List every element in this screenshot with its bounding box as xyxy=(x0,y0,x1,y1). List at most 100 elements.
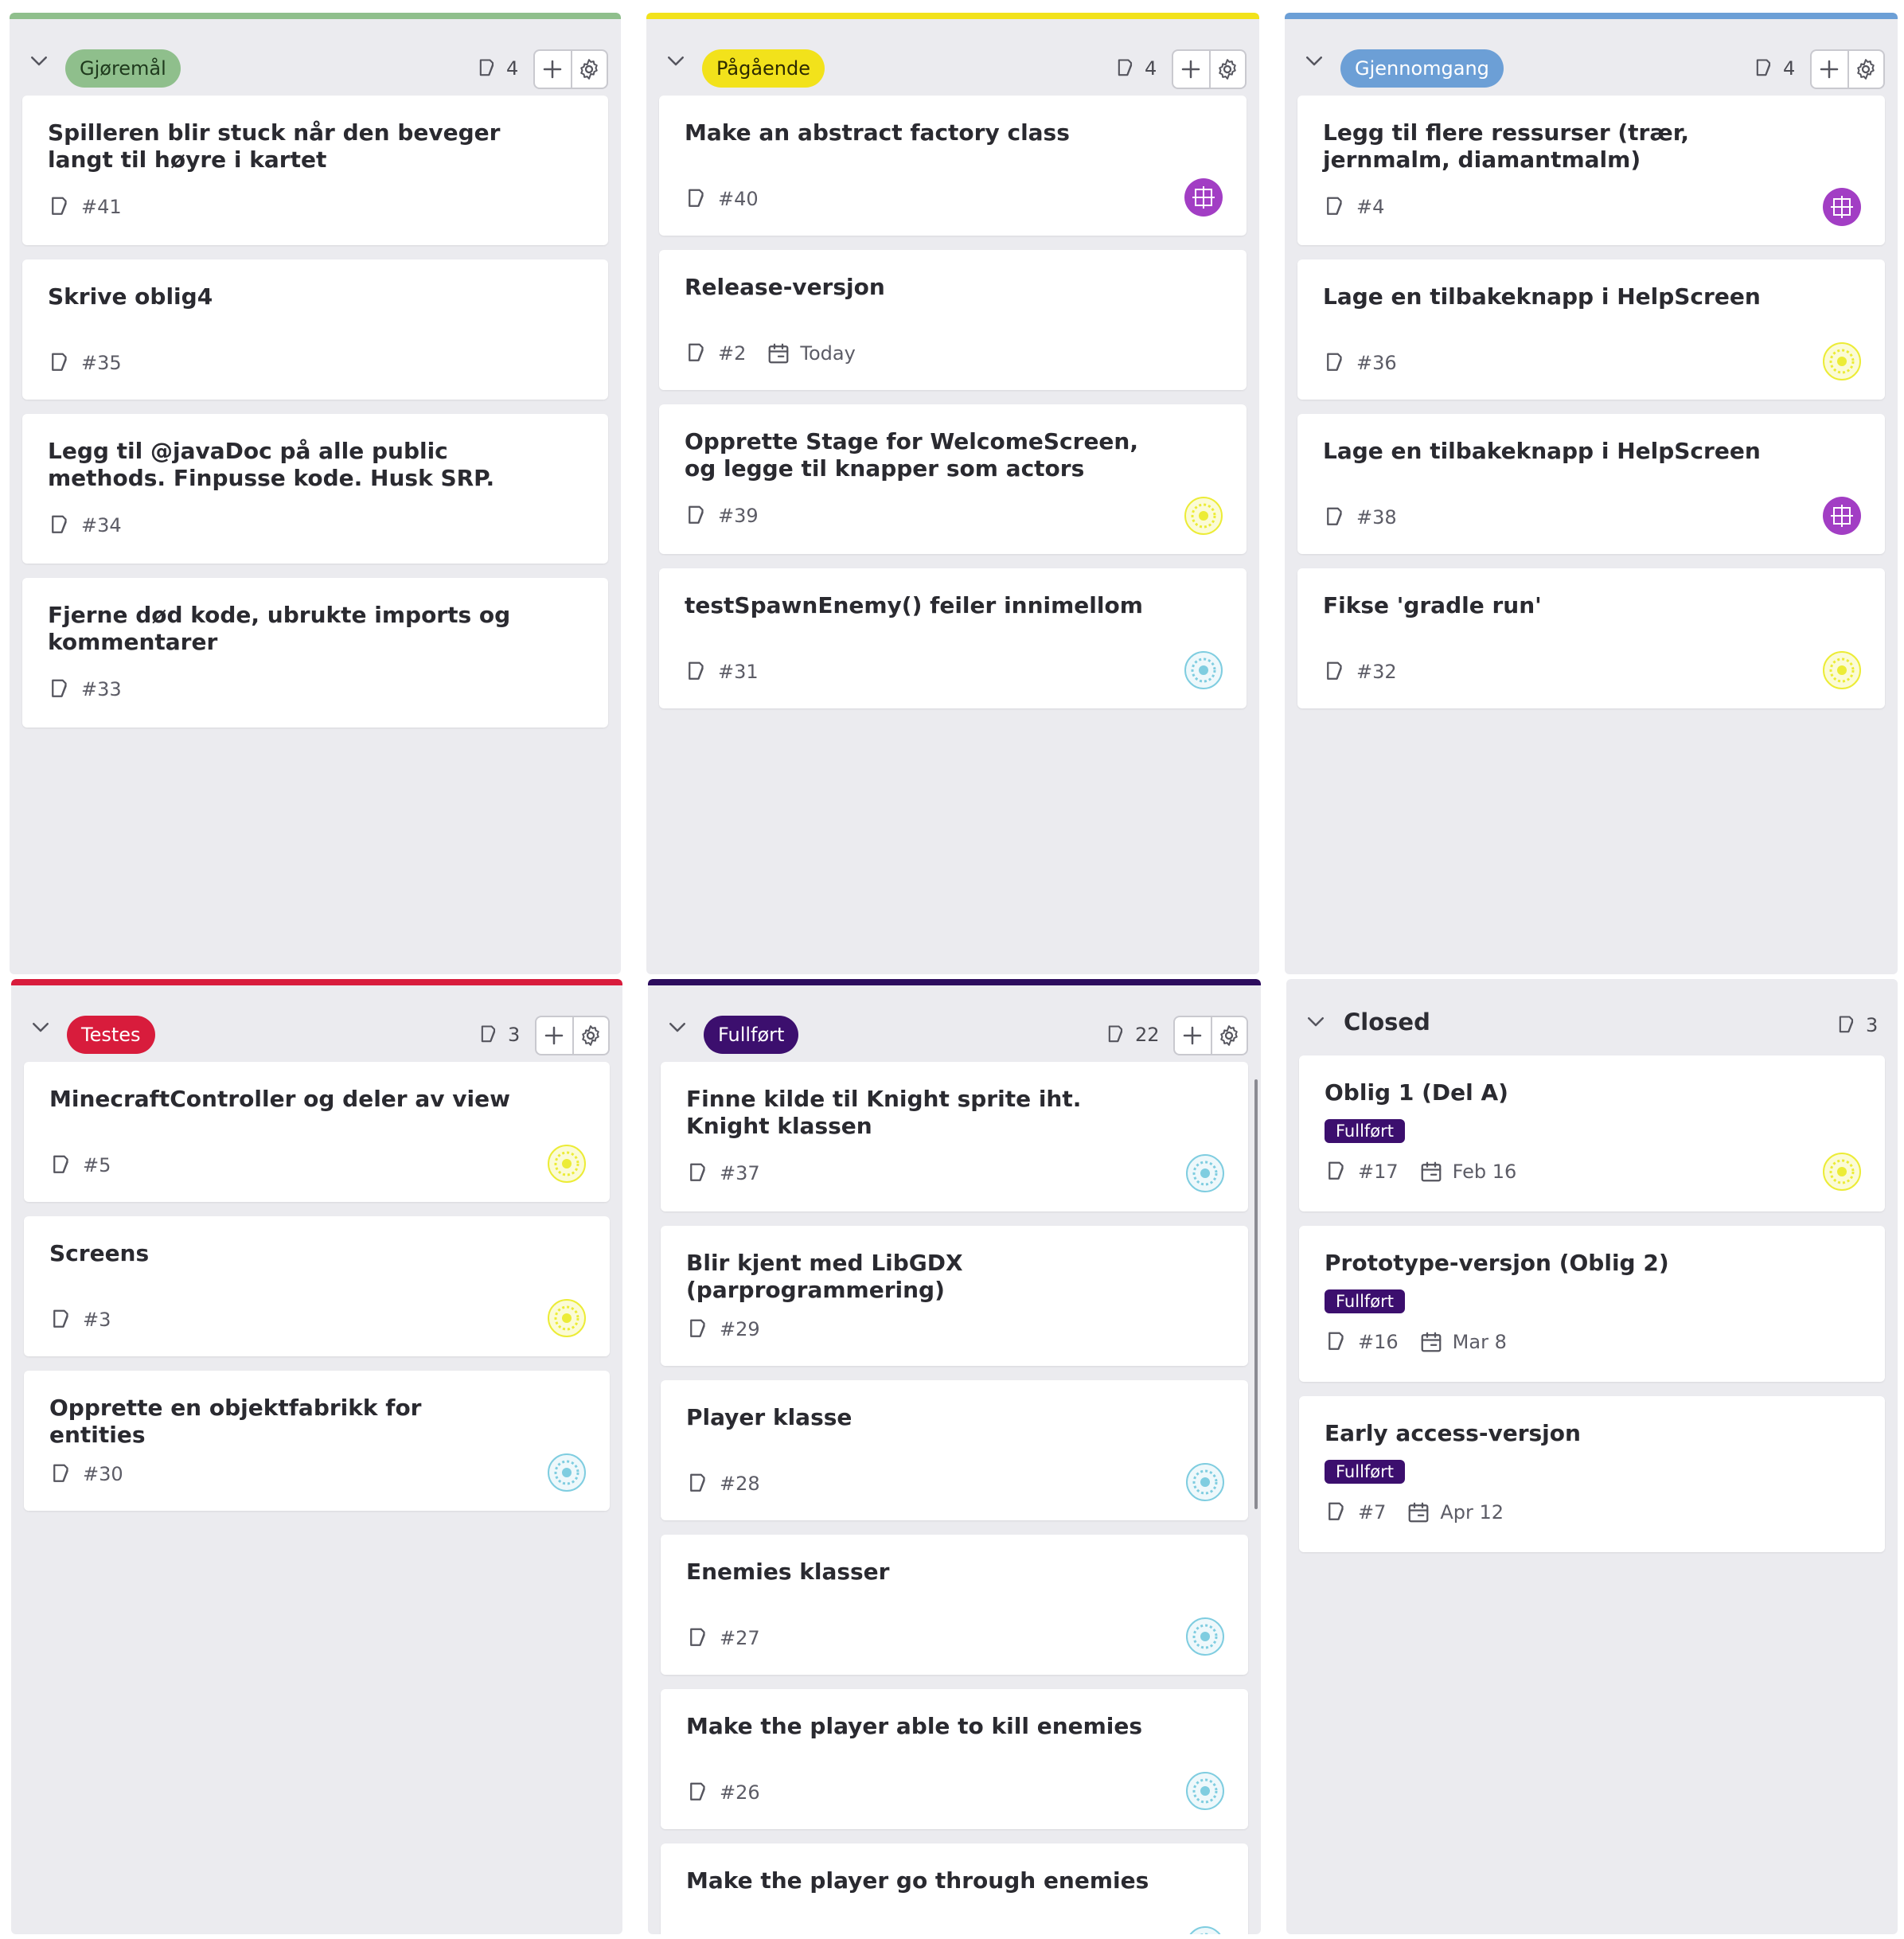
column-gjennomgang: Gjennomgang 4 Legg til flere ressurser (… xyxy=(1285,13,1898,974)
assignee-avatar[interactable] xyxy=(548,1453,586,1492)
card-title[interactable]: Prototype-versjon (Oblig 2) xyxy=(1325,1250,1797,1277)
assignee-avatar[interactable] xyxy=(1186,1772,1224,1810)
assignee-avatar[interactable] xyxy=(1186,1617,1224,1656)
add-issue-button[interactable] xyxy=(1812,51,1847,88)
assignee-avatar[interactable] xyxy=(1823,651,1861,689)
assignee-avatar[interactable] xyxy=(548,1145,586,1183)
card-title[interactable]: Lage en tilbakeknapp i HelpScreen xyxy=(1323,438,1797,465)
assignee-avatar[interactable] xyxy=(1823,188,1861,226)
card-title[interactable]: Release-versjon xyxy=(685,274,1159,301)
card-title[interactable]: Screens xyxy=(49,1240,522,1267)
card-title[interactable]: Early access-versjon xyxy=(1325,1420,1797,1447)
column-settings-button[interactable] xyxy=(1208,51,1245,88)
column-settings-button[interactable] xyxy=(1210,1017,1247,1054)
issue-card[interactable]: Lage en tilbakeknapp i HelpScreen #36 xyxy=(1297,259,1885,400)
calendar-icon xyxy=(769,343,789,364)
issue-card[interactable]: Enemies klasser #27 xyxy=(661,1535,1248,1675)
card-title[interactable]: Blir kjent med LibGDX (parprogrammering) xyxy=(686,1250,1161,1304)
issue-card[interactable]: Make an abstract factory class #40 xyxy=(659,96,1247,236)
assignee-avatar[interactable] xyxy=(1823,497,1861,535)
assignee-avatar[interactable] xyxy=(1184,651,1223,689)
issue-card[interactable]: Fikse 'gradle run' #32 xyxy=(1297,568,1885,708)
card-title[interactable]: Lage en tilbakeknapp i HelpScreen xyxy=(1323,283,1797,310)
card-title[interactable]: Fikse 'gradle run' xyxy=(1323,592,1797,619)
card-title[interactable]: Make the player go through enemies xyxy=(686,1867,1161,1894)
assignee-avatar[interactable] xyxy=(1184,497,1223,535)
card-title[interactable]: Skrive oblig4 xyxy=(48,283,521,310)
chevron-down-icon[interactable] xyxy=(29,1015,53,1039)
issue-icon xyxy=(1327,353,1342,371)
issue-card[interactable]: Oblig 1 (Del A) Fullført #17 Feb 16 xyxy=(1299,1055,1885,1211)
assignee-avatar[interactable] xyxy=(548,1299,586,1337)
issue-card[interactable]: Screens #3 xyxy=(24,1216,610,1356)
assignee-avatar[interactable] xyxy=(1186,1154,1224,1192)
card-title[interactable]: Spilleren blir stuck når den beveger lan… xyxy=(48,119,521,174)
assignee-avatar[interactable] xyxy=(1186,1463,1224,1501)
issue-number: #40 xyxy=(718,188,759,210)
card-title[interactable]: Opprette en objektfabrikk for entities xyxy=(49,1395,522,1449)
issue-card[interactable]: Finne kilde til Knight sprite iht. Knigh… xyxy=(661,1062,1248,1211)
calendar-icon xyxy=(1421,1332,1442,1352)
card-title[interactable]: Legg til @javaDoc på alle public methods… xyxy=(48,438,521,492)
chevron-down-icon[interactable] xyxy=(665,1015,689,1039)
card-meta: #41 xyxy=(48,193,122,221)
issue-card[interactable]: Blir kjent med LibGDX (parprogrammering)… xyxy=(661,1226,1248,1366)
count-value: 22 xyxy=(1135,1024,1160,1046)
card-title[interactable]: Oblig 1 (Del A) xyxy=(1325,1079,1797,1106)
assignee-avatar[interactable] xyxy=(1184,178,1223,217)
assignee-avatar[interactable] xyxy=(1186,1926,1224,1934)
issue-card[interactable]: Opprette en objektfabrikk for entities #… xyxy=(24,1371,610,1511)
card-title[interactable]: Enemies klasser xyxy=(686,1559,1161,1586)
column-settings-button[interactable] xyxy=(1847,51,1883,88)
add-issue-button[interactable] xyxy=(1173,51,1209,88)
card-title[interactable]: Make the player able to kill enemies xyxy=(686,1713,1161,1740)
card-title[interactable]: Opprette Stage for WelcomeScreen, og leg… xyxy=(685,428,1159,482)
card-title[interactable]: testSpawnEnemy() feiler innimellom xyxy=(685,592,1159,619)
issue-card[interactable]: Skrive oblig4 #35 xyxy=(22,259,608,400)
chevron-down-icon[interactable] xyxy=(1302,49,1326,72)
issue-icon xyxy=(53,1464,68,1482)
card-meta: #7 Apr 12 xyxy=(1325,1498,1504,1527)
card-title[interactable]: Legg til flere ressurser (trær, jernmalm… xyxy=(1323,119,1797,174)
issue-card[interactable]: Legg til flere ressurser (trær, jernmalm… xyxy=(1297,96,1885,245)
issue-card[interactable]: Release-versjon #2 Today xyxy=(659,250,1247,390)
issue-card[interactable]: Legg til @javaDoc på alle public methods… xyxy=(22,414,608,564)
card-title[interactable]: MinecraftController og deler av view xyxy=(49,1086,522,1113)
issue-card[interactable]: Spilleren blir stuck når den beveger lan… xyxy=(22,96,608,245)
column-scrollbar[interactable] xyxy=(1254,1079,1258,1509)
card-meta: #34 xyxy=(48,511,122,540)
issue-card[interactable]: testSpawnEnemy() feiler innimellom #31 xyxy=(659,568,1247,708)
issue-card[interactable]: Prototype-versjon (Oblig 2) Fullført #16… xyxy=(1299,1226,1885,1382)
issue-card[interactable]: Lage en tilbakeknapp i HelpScreen #38 xyxy=(1297,414,1885,554)
add-issue-button[interactable] xyxy=(536,1017,572,1054)
plus-icon xyxy=(1182,60,1200,79)
assignee-avatar[interactable] xyxy=(1823,342,1861,380)
chevron-down-icon[interactable] xyxy=(27,49,51,72)
issue-card[interactable]: Early access-versjon Fullført #7 Apr 12 xyxy=(1299,1396,1885,1552)
add-issue-button[interactable] xyxy=(535,51,571,88)
chevron-down-icon[interactable] xyxy=(1304,1009,1328,1033)
issue-icon xyxy=(690,1319,705,1337)
chevron-down-icon[interactable] xyxy=(664,49,688,72)
card-title[interactable]: Fjerne død kode, ubrukte imports og komm… xyxy=(48,602,521,656)
add-issue-button[interactable] xyxy=(1175,1017,1211,1054)
column-settings-button[interactable] xyxy=(572,1017,608,1054)
card-title[interactable]: Player klasse xyxy=(686,1404,1161,1431)
issue-card[interactable]: Player klasse #28 xyxy=(661,1380,1248,1520)
card-meta: #31 xyxy=(685,657,759,686)
issue-number: #27 xyxy=(720,1627,760,1649)
assignee-avatar[interactable] xyxy=(1823,1153,1861,1191)
count-value: 4 xyxy=(1783,57,1796,80)
issue-card[interactable]: Make the player able to kill enemies #26 xyxy=(661,1689,1248,1829)
issue-card[interactable]: MinecraftController og deler av view #5 xyxy=(24,1062,610,1202)
issue-number: #37 xyxy=(720,1162,760,1184)
column-settings-button[interactable] xyxy=(570,51,607,88)
issue-card[interactable]: Make the player go through enemies xyxy=(661,1843,1248,1934)
issue-card[interactable]: Opprette Stage for WelcomeScreen, og leg… xyxy=(659,404,1247,554)
column-action-group xyxy=(535,1016,610,1055)
card-title[interactable]: Make an abstract factory class xyxy=(685,119,1159,146)
card-title[interactable]: Finne kilde til Knight sprite iht. Knigh… xyxy=(686,1086,1161,1140)
column-issue-count: 4 xyxy=(1114,54,1157,83)
issue-number: #7 xyxy=(1358,1501,1387,1524)
issue-card[interactable]: Fjerne død kode, ubrukte imports og komm… xyxy=(22,578,608,728)
